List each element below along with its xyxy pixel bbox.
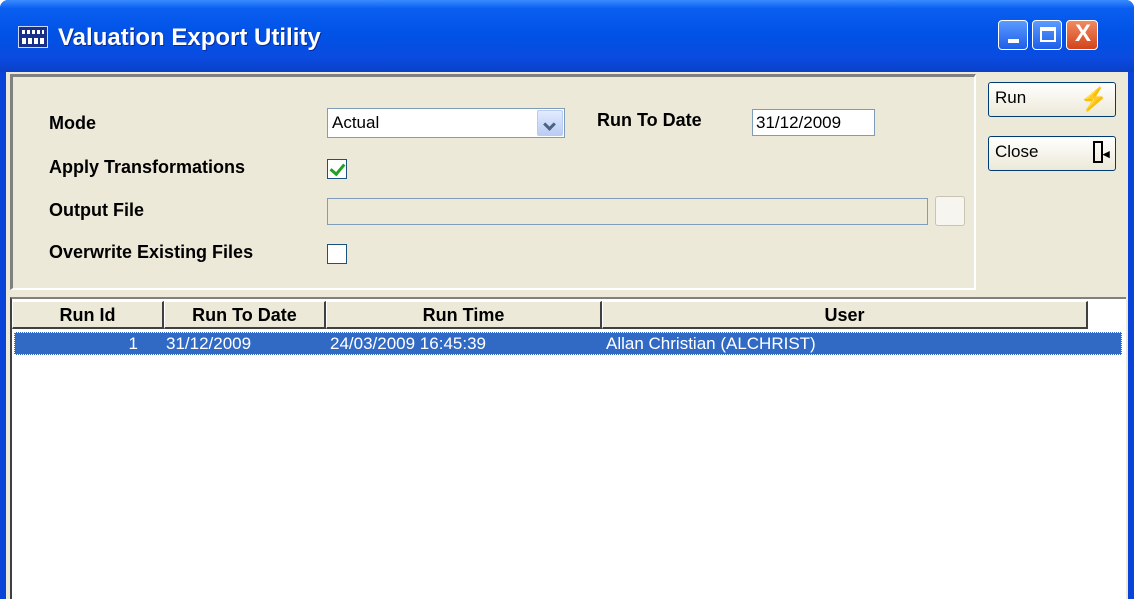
mode-dropdown[interactable]: Actual bbox=[327, 108, 565, 138]
cell-run-id: 1 bbox=[128, 334, 138, 353]
runs-grid[interactable]: Run Id Run To Date Run Time User 1 31/12… bbox=[10, 297, 1126, 599]
minimize-icon bbox=[1008, 39, 1019, 43]
cell-run-time: 24/03/2009 16:45:39 bbox=[330, 334, 486, 353]
apply-transformations-label: Apply Transformations bbox=[49, 157, 246, 177]
cell-run-to-date: 31/12/2009 bbox=[166, 334, 252, 353]
maximize-icon bbox=[1040, 27, 1056, 42]
column-header-run-id[interactable]: Run Id bbox=[12, 301, 164, 329]
apply-transformations-checkbox[interactable] bbox=[327, 159, 347, 179]
mode-selected-value: Actual bbox=[332, 113, 380, 132]
browse-button[interactable] bbox=[935, 196, 965, 226]
client-area: Mode Actual Run To Date 31/12/2009 Apply… bbox=[6, 72, 1128, 599]
maximize-button[interactable] bbox=[1032, 20, 1062, 50]
cell-user: Allan Christian (ALCHRIST) bbox=[606, 334, 816, 353]
window-title: Valuation Export Utility bbox=[58, 24, 321, 51]
app-icon[interactable] bbox=[18, 26, 48, 48]
output-file-input[interactable] bbox=[327, 198, 928, 225]
exit-door-icon: ◂ bbox=[1093, 141, 1110, 165]
close-window-button[interactable]: X bbox=[1066, 20, 1098, 50]
lightning-icon: ⚡ bbox=[1079, 86, 1107, 111]
options-panel: Mode Actual Run To Date 31/12/2009 Apply… bbox=[10, 74, 976, 290]
close-icon: X bbox=[1074, 20, 1091, 47]
column-header-run-time[interactable]: Run Time bbox=[326, 301, 602, 329]
close-button-label: Close bbox=[995, 142, 1039, 161]
minimize-button[interactable] bbox=[998, 20, 1028, 50]
run-to-date-label: Run To Date bbox=[597, 110, 702, 130]
column-header-run-to-date[interactable]: Run To Date bbox=[164, 301, 326, 329]
chevron-down-icon[interactable] bbox=[537, 110, 563, 136]
title-bar[interactable]: Valuation Export Utility X bbox=[0, 0, 1134, 72]
column-header-user[interactable]: User bbox=[602, 301, 1088, 329]
close-button[interactable]: Close ◂ bbox=[988, 136, 1116, 171]
window: Valuation Export Utility X Mode Actual R… bbox=[0, 0, 1134, 599]
overwrite-existing-files-checkbox[interactable] bbox=[327, 244, 347, 264]
run-button[interactable]: Run ⚡ bbox=[988, 82, 1116, 117]
run-to-date-input[interactable]: 31/12/2009 bbox=[752, 109, 875, 136]
run-button-label: Run bbox=[995, 88, 1027, 107]
mode-label: Mode bbox=[49, 113, 96, 133]
overwrite-existing-files-label: Overwrite Existing Files bbox=[49, 242, 254, 262]
output-file-label: Output File bbox=[49, 200, 144, 220]
table-row[interactable]: 1 31/12/2009 24/03/2009 16:45:39 Allan C… bbox=[14, 332, 1122, 355]
